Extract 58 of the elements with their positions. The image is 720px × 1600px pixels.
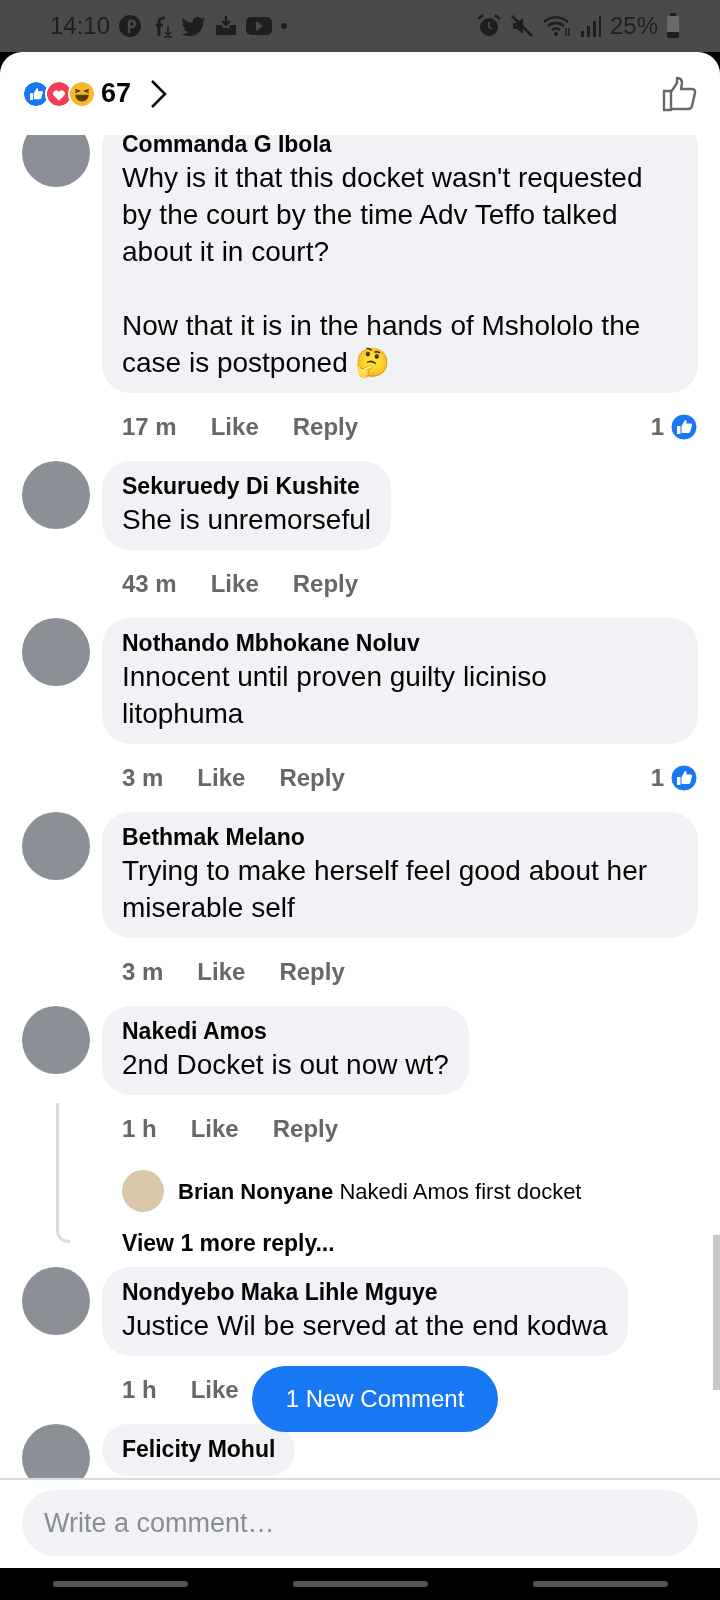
avatar-photo-placeholder[interactable] (22, 135, 90, 187)
comment-text: Innocent until proven guilty liciniso litophuma (122, 660, 548, 731)
bird-icon (182, 15, 207, 37)
like-icon (670, 764, 698, 792)
nav-handle[interactable] (52, 1581, 188, 1587)
wifi-icon (541, 14, 572, 38)
reply-text: Brian Nonyane Nakedi Amos first docket (178, 1177, 582, 1206)
like-count: 1 (650, 763, 664, 793)
like-count: 1 (650, 412, 664, 442)
comment-time: 3 m (122, 763, 164, 793)
commenter-name[interactable]: Bethmak Melano (122, 822, 678, 852)
comment-text: Why is it that this docket wasn't requested by the court by the time Adv Teffo talked about it in court? Now that it is in the hands of Mshololo the case is postponed 🤔 (122, 161, 644, 380)
commenter-name[interactable]: Nothando Mbhokane Noluv (122, 628, 648, 658)
signal-icon (579, 15, 602, 37)
mute-icon (509, 14, 534, 38)
like-link[interactable]: Like (210, 566, 259, 602)
nav-handle[interactable] (532, 1581, 668, 1587)
comment-text: 2nd Docket is out now wt? (122, 1048, 449, 1082)
nav-handle[interactable] (292, 1581, 428, 1587)
comment-text: Trying to make herself feel good about her miserable self (122, 854, 649, 925)
like-link[interactable]: Like (190, 1111, 239, 1147)
reaction-count[interactable]: 67 (101, 73, 132, 114)
comment-time: 1 h (122, 1114, 157, 1144)
dot-icon (280, 22, 289, 30)
like-icon (670, 413, 698, 441)
video-play-icon (246, 16, 273, 36)
comment-time: 17 m (122, 412, 177, 442)
commenter-name[interactable]: Nakedi Amos (122, 1016, 449, 1046)
comment-input-field[interactable]: Write a comment… (22, 1490, 698, 1556)
new-comment-button[interactable]: 1 New Comment (252, 1366, 498, 1432)
like-link[interactable]: Like (197, 760, 246, 796)
battery-icon (666, 13, 680, 39)
scroll-thumb[interactable] (713, 1235, 720, 1390)
like-link[interactable]: Like (190, 1372, 239, 1408)
reply-link[interactable]: Reply (292, 409, 359, 445)
view-more-replies-link[interactable]: View 1 more reply... (102, 1219, 698, 1267)
reply-link[interactable]: Reply (292, 566, 359, 602)
like-link[interactable]: Like (197, 954, 246, 990)
commenter-name[interactable]: Commanda G Ibola (122, 135, 648, 159)
commenter-name[interactable]: Felicity Mohul (122, 1434, 276, 1464)
comment-text: She is unremorseful (122, 503, 371, 537)
thumbs-up-icon[interactable] (662, 75, 698, 112)
comment-text: Justice Wil be served at the end kodwa (122, 1309, 608, 1343)
avatar-photo-placeholder[interactable] (122, 1170, 164, 1212)
chevron-right-icon[interactable] (149, 78, 168, 109)
avatar-photo-placeholder[interactable] (22, 1424, 90, 1478)
reply-link[interactable]: Reply (272, 1111, 339, 1147)
reply-link[interactable]: Reply (279, 954, 345, 990)
reply-link[interactable]: Reply (279, 760, 345, 796)
commenter-name[interactable]: Nondyebo Maka Lihle Mguye (122, 1277, 608, 1307)
laughing-reaction-icon (68, 79, 96, 108)
comment-time: 43 m (122, 569, 177, 599)
alarm-clock-icon (475, 13, 502, 39)
download-tray-icon (214, 15, 239, 37)
comment-time: 1 h (122, 1375, 157, 1405)
commenter-name[interactable]: Sekuruedy Di Kushite (122, 471, 371, 501)
comment-time: 3 m (122, 957, 164, 987)
like-link[interactable]: Like (210, 409, 259, 445)
